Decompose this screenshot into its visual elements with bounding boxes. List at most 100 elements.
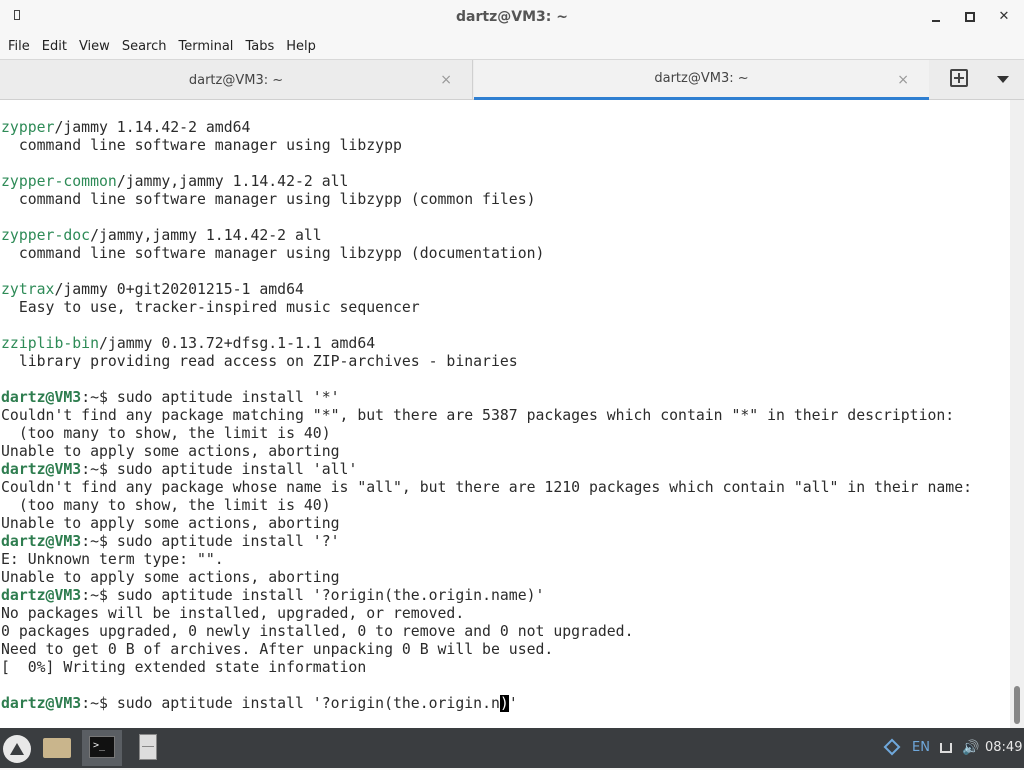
terminal-text: E: Unknown term type: "".	[1, 551, 224, 568]
terminal-line: Unable to apply some actions, aborting	[1, 443, 972, 461]
network-tray[interactable]	[940, 728, 956, 768]
terminal-line: zziplib-bin/jammy 0.13.72+dfsg.1-1.1 amd…	[1, 335, 972, 353]
folder-icon	[43, 738, 71, 758]
terminal-text: command line software manager using libz…	[1, 137, 402, 154]
file-manager-launcher[interactable]	[37, 730, 77, 766]
terminal-text: /jammy 0.13.72+dfsg.1-1.1 amd64	[99, 335, 376, 352]
cabinet-icon	[139, 734, 157, 760]
terminal-line: dartz@VM3:~$ sudo aptitude install '?'	[1, 533, 972, 551]
terminal-text: zypper-common	[1, 173, 117, 190]
terminal-line: Need to get 0 B of archives. After unpac…	[1, 641, 972, 659]
terminal-line: Couldn't find any package whose name is …	[1, 479, 972, 497]
terminal-text: Couldn't find any package whose name is …	[1, 479, 973, 496]
menu-view[interactable]: View	[73, 39, 116, 54]
tab-list-dropdown-icon[interactable]	[997, 76, 1009, 83]
keyboard-layout-indicator[interactable]: EN	[912, 728, 930, 768]
terminal-icon: >_	[89, 736, 115, 758]
terminal-line: [ 0%] Writing extended state information	[1, 659, 972, 677]
tab-terminal-1[interactable]: dartz@VM3: ~ ×	[0, 60, 473, 100]
shell-prompt: dartz@VM3	[1, 461, 82, 478]
window-menu-icon[interactable]	[14, 10, 20, 20]
terminal-text: /jammy,jammy 1.14.42-2 all	[90, 227, 322, 244]
volume-icon[interactable]: 🔊	[962, 728, 979, 768]
shell-prompt: dartz@VM3	[1, 533, 82, 550]
new-tab-icon[interactable]	[950, 69, 968, 87]
terminal-line: zypper-common/jammy,jammy 1.14.42-2 all	[1, 173, 972, 191]
scrollbar-thumb[interactable]	[1014, 686, 1020, 724]
menu-file[interactable]: File	[2, 39, 36, 54]
terminal-line: dartz@VM3:~$ sudo aptitude install '?ori…	[1, 587, 972, 605]
terminal-text: '	[508, 695, 518, 712]
window-title: dartz@VM3: ~	[456, 9, 568, 25]
terminal-text: command line software manager using libz…	[1, 191, 536, 208]
terminal-line: (too many to show, the limit is 40)	[1, 425, 972, 443]
terminal-text: zypper-doc	[1, 227, 91, 244]
terminal-text: Unable to apply some actions, aborting	[1, 569, 340, 586]
terminal-text: 0 packages upgraded, 0 newly installed, …	[1, 623, 634, 640]
close-icon: ✕	[998, 9, 1010, 24]
terminal-task-button[interactable]: >_	[82, 730, 122, 766]
clock[interactable]: 08:49	[985, 728, 1022, 768]
terminal-lines: zypper/jammy 1.14.42-2 amd64 command lin…	[1, 119, 972, 713]
terminal-line: command line software manager using libz…	[1, 137, 972, 155]
terminal-text: :~$ sudo aptitude install '?origin(the.o…	[81, 695, 500, 712]
terminal-output[interactable]: zypper/jammy 1.14.42-2 amd64 command lin…	[0, 100, 1010, 728]
terminal-line: 0 packages upgraded, 0 newly installed, …	[1, 623, 972, 641]
archive-launcher[interactable]	[128, 730, 168, 766]
terminal-text: zziplib-bin	[1, 335, 99, 352]
terminal-text: (too many to show, the limit is 40)	[1, 425, 331, 442]
terminal-line: zytrax/jammy 0+git20201215-1 amd64	[1, 281, 972, 299]
terminal-line: (too many to show, the limit is 40)	[1, 497, 972, 515]
close-button[interactable]: ✕	[993, 7, 1015, 27]
terminal-text: :~$ sudo aptitude install '*'	[81, 389, 340, 406]
terminal-text: Unable to apply some actions, aborting	[1, 515, 340, 532]
input-method-tray[interactable]	[883, 728, 904, 768]
terminal-text: :~$ sudo aptitude install 'all'	[81, 461, 358, 478]
shell-prompt: dartz@VM3	[1, 587, 82, 604]
scrollbar[interactable]	[1010, 100, 1024, 728]
terminal-text: :~$ sudo aptitude install '?'	[81, 533, 340, 550]
tab-label: dartz@VM3: ~	[188, 72, 284, 88]
terminal-text: Need to get 0 B of archives. After unpac…	[1, 641, 554, 658]
terminal-line: dartz@VM3:~$ sudo aptitude install '?ori…	[1, 695, 972, 713]
terminal-text: /jammy,jammy 1.14.42-2 all	[116, 173, 349, 190]
terminal-text: No packages will be installed, upgraded,…	[1, 605, 465, 622]
terminal-text: zytrax	[1, 281, 55, 298]
terminal-text: /jammy 0+git20201215-1 amd64	[54, 281, 304, 298]
terminal-text: Unable to apply some actions, aborting	[1, 443, 340, 460]
terminal-line: zypper/jammy 1.14.42-2 amd64	[1, 119, 972, 137]
network-icon	[940, 743, 952, 753]
start-menu-button[interactable]	[0, 730, 40, 766]
terminal-line: dartz@VM3:~$ sudo aptitude install 'all'	[1, 461, 972, 479]
tab-close-icon[interactable]: ×	[897, 72, 909, 88]
terminal-text: zypper	[1, 119, 55, 136]
menu-edit[interactable]: Edit	[36, 39, 73, 54]
minimize-button[interactable]	[925, 7, 947, 27]
terminal-line: command line software manager using libz…	[1, 245, 972, 263]
tab-terminal-2[interactable]: dartz@VM3: ~ ×	[474, 60, 929, 100]
menu-help[interactable]: Help	[280, 39, 322, 54]
distro-logo-icon	[3, 735, 31, 763]
terminal-text: [ 0%] Writing extended state information	[1, 659, 367, 676]
text-cursor: )	[499, 695, 509, 712]
terminal-line: command line software manager using libz…	[1, 191, 972, 209]
terminal-text: Couldn't find any package matching "*", …	[1, 407, 955, 424]
terminal-text: /jammy 1.14.42-2 amd64	[54, 119, 251, 136]
menu-search[interactable]: Search	[116, 39, 173, 54]
tab-bar: dartz@VM3: ~ × dartz@VM3: ~ ×	[0, 59, 1024, 100]
terminal-text: command line software manager using libz…	[1, 245, 545, 262]
maximize-button[interactable]	[959, 7, 981, 27]
menu-terminal[interactable]: Terminal	[172, 39, 239, 54]
terminal-line: Couldn't find any package matching "*", …	[1, 407, 972, 425]
title-bar: dartz@VM3: ~ ✕	[0, 0, 1024, 34]
tab-label: dartz@VM3: ~	[654, 71, 749, 86]
terminal-text: library providing read access on ZIP-arc…	[1, 353, 518, 370]
tab-close-icon[interactable]: ×	[440, 72, 452, 88]
menu-tabs[interactable]: Tabs	[239, 39, 280, 54]
